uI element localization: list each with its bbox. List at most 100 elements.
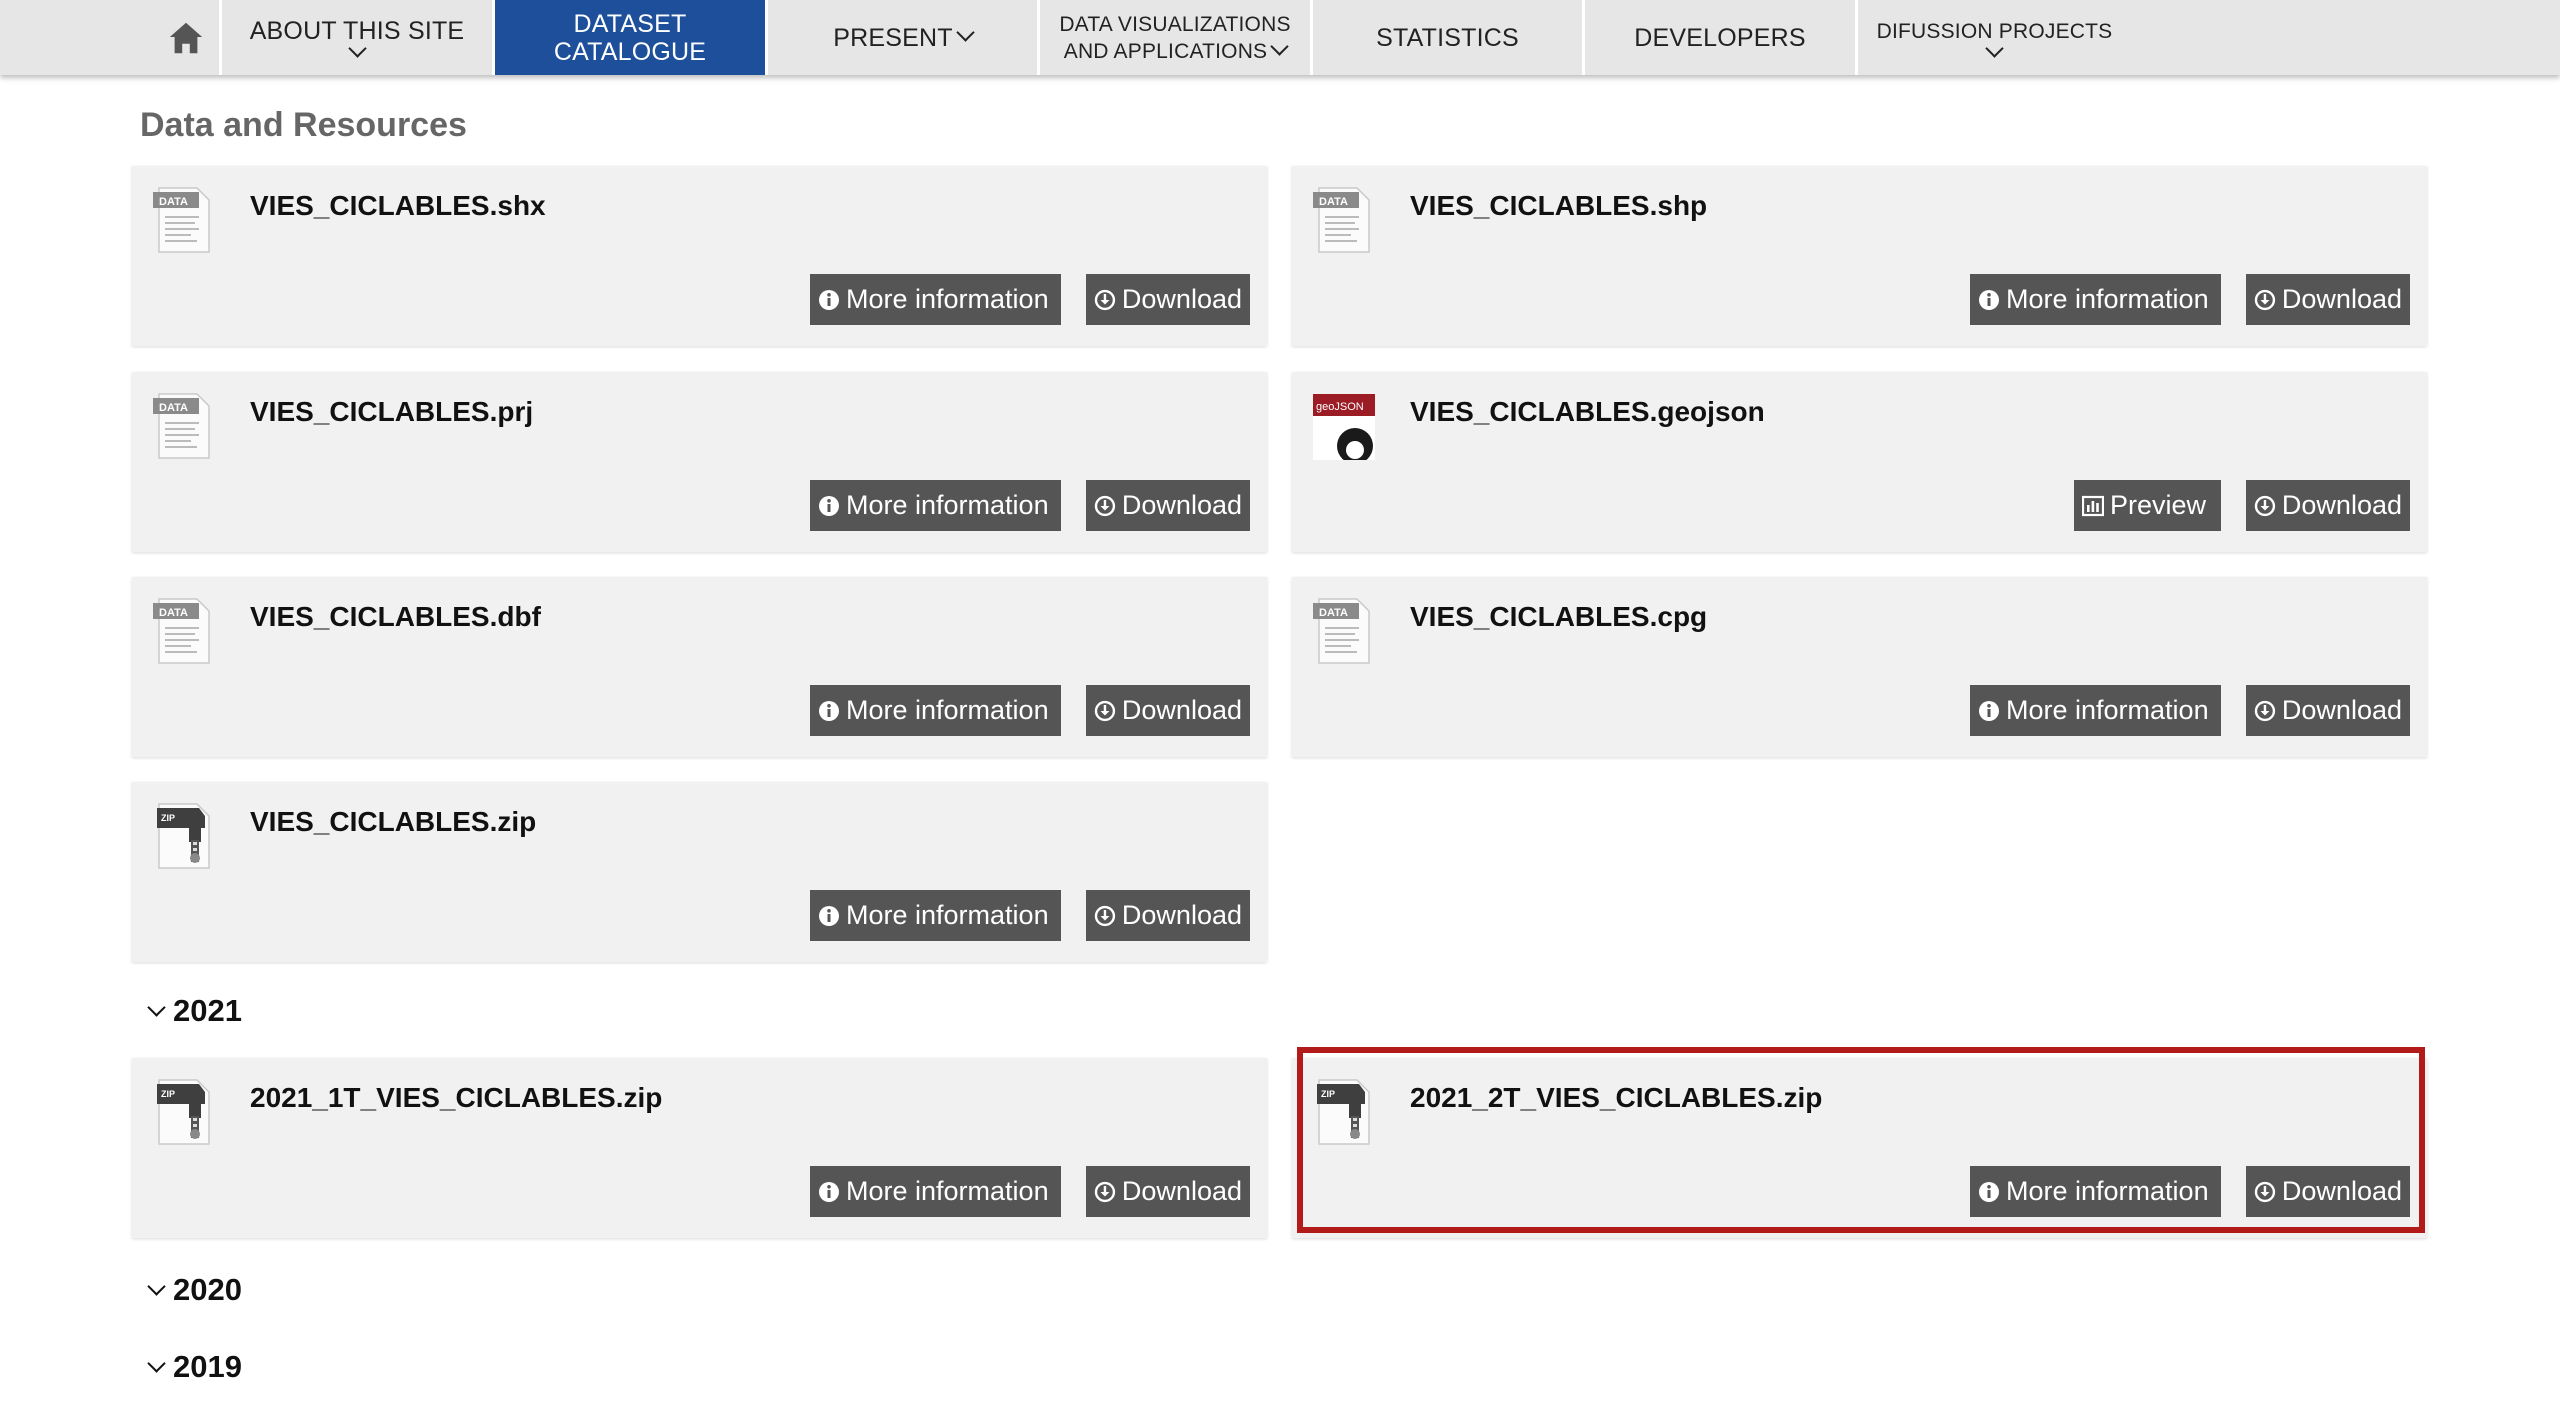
resource-card: VIES_CICLABLES.prj More information Down… bbox=[132, 372, 1267, 552]
more-information-button[interactable]: More information bbox=[1970, 274, 2221, 325]
info-icon bbox=[819, 289, 839, 310]
info-icon bbox=[1979, 1181, 1999, 1202]
resource-card: VIES_CICLABLES.cpg More information Down… bbox=[1292, 577, 2427, 757]
download-button[interactable]: Download bbox=[1086, 685, 1250, 736]
download-label: Download bbox=[2281, 490, 2402, 520]
info-icon bbox=[819, 905, 839, 926]
resource-card: VIES_CICLABLES.shx More information Down… bbox=[132, 166, 1267, 346]
download-button[interactable]: Download bbox=[1086, 274, 1250, 325]
section-title: Data and Resources bbox=[140, 106, 467, 144]
zip-file-icon bbox=[156, 803, 210, 869]
resource-name[interactable]: VIES_CICLABLES.prj bbox=[250, 396, 533, 428]
resource-name[interactable]: VIES_CICLABLES.shp bbox=[1410, 190, 1707, 222]
nav-dataviz-label-line1: DATA VISUALIZATIONS bbox=[1059, 12, 1291, 36]
resource-card: 2021_2T_VIES_CICLABLES.zip More informat… bbox=[1292, 1058, 2427, 1238]
more-information-label: More information bbox=[846, 900, 1049, 930]
resource-name[interactable]: VIES_CICLABLES.shx bbox=[250, 190, 546, 222]
info-icon bbox=[819, 700, 839, 721]
resource-card: VIES_CICLABLES.geojson Preview Download bbox=[1292, 372, 2427, 552]
data-file-icon bbox=[1312, 598, 1370, 664]
nav-about-this-site[interactable]: ABOUT THIS SITE bbox=[222, 0, 495, 75]
more-information-button[interactable]: More information bbox=[810, 685, 1061, 736]
chevron-down-icon bbox=[147, 1276, 166, 1296]
download-label: Download bbox=[2281, 284, 2402, 314]
more-information-button[interactable]: More information bbox=[810, 274, 1061, 325]
nav-home[interactable] bbox=[152, 0, 222, 75]
bar-chart-icon bbox=[2082, 495, 2104, 516]
more-information-button[interactable]: More information bbox=[810, 1166, 1061, 1217]
more-information-label: More information bbox=[2006, 1176, 2209, 1206]
download-button[interactable]: Download bbox=[2246, 480, 2410, 531]
download-icon bbox=[1094, 289, 1116, 310]
year-label: 2021 bbox=[173, 993, 242, 1028]
resource-name[interactable]: VIES_CICLABLES.geojson bbox=[1410, 396, 1765, 428]
chevron-down-icon bbox=[147, 997, 166, 1017]
year-label: 2020 bbox=[173, 1272, 242, 1307]
data-file-icon bbox=[1312, 187, 1370, 253]
download-icon bbox=[1094, 1181, 1116, 1202]
year-label: 2019 bbox=[173, 1349, 242, 1384]
chevron-down-icon bbox=[147, 1353, 166, 1373]
resource-name[interactable]: 2021_1T_VIES_CICLABLES.zip bbox=[250, 1082, 662, 1114]
data-file-icon bbox=[152, 187, 210, 253]
more-information-label: More information bbox=[846, 1176, 1049, 1206]
more-information-button[interactable]: More information bbox=[1970, 1166, 2221, 1217]
nav-developers[interactable]: DEVELOPERS bbox=[1585, 0, 1858, 75]
resource-name[interactable]: 2021_2T_VIES_CICLABLES.zip bbox=[1410, 1082, 1822, 1114]
nav-dataviz-label-line2: AND APPLICATIONS bbox=[1063, 39, 1268, 63]
resource-name[interactable]: VIES_CICLABLES.cpg bbox=[1410, 601, 1707, 633]
download-button[interactable]: Download bbox=[2246, 1166, 2410, 1217]
year-toggle-2019[interactable]: 2019 bbox=[147, 1349, 242, 1385]
resource-name[interactable]: VIES_CICLABLES.dbf bbox=[250, 601, 541, 633]
download-label: Download bbox=[1121, 900, 1242, 930]
download-button[interactable]: Download bbox=[1086, 890, 1250, 941]
more-information-label: More information bbox=[2006, 695, 2209, 725]
preview-button[interactable]: Preview bbox=[2074, 480, 2221, 531]
download-button[interactable]: Download bbox=[1086, 1166, 1250, 1217]
resource-name[interactable]: VIES_CICLABLES.zip bbox=[250, 806, 536, 838]
info-icon bbox=[1979, 289, 1999, 310]
info-icon bbox=[819, 1181, 839, 1202]
more-information-button[interactable]: More information bbox=[810, 480, 1061, 531]
more-information-button[interactable]: More information bbox=[1970, 685, 2221, 736]
geojson-file-icon bbox=[1313, 394, 1375, 460]
download-label: Download bbox=[1121, 695, 1242, 725]
download-button[interactable]: Download bbox=[2246, 685, 2410, 736]
nav-spacer bbox=[0, 0, 152, 75]
nav-dataset-catalogue[interactable]: DATASET CATALOGUE bbox=[495, 0, 768, 75]
nav-present[interactable]: PRESENT bbox=[768, 0, 1040, 75]
nav-catalogue-label-line1: DATASET bbox=[573, 9, 687, 38]
resource-card: VIES_CICLABLES.zip More information Down… bbox=[132, 782, 1267, 962]
zip-file-icon bbox=[1316, 1079, 1370, 1145]
download-icon bbox=[2254, 1181, 2276, 1202]
resource-card: 2021_1T_VIES_CICLABLES.zip More informat… bbox=[132, 1058, 1267, 1238]
preview-label: Preview bbox=[2110, 490, 2207, 520]
download-label: Download bbox=[2281, 1176, 2402, 1206]
download-icon bbox=[2254, 289, 2276, 310]
more-information-label: More information bbox=[846, 695, 1049, 725]
info-icon bbox=[819, 495, 839, 516]
nav-statistics-label: STATISTICS bbox=[1376, 23, 1519, 52]
download-icon bbox=[1094, 700, 1116, 721]
nav-present-label: PRESENT bbox=[833, 23, 953, 52]
home-icon bbox=[169, 22, 202, 53]
year-toggle-2020[interactable]: 2020 bbox=[147, 1272, 242, 1308]
download-icon bbox=[2254, 700, 2276, 721]
nav-difussion-projects[interactable]: DIFUSSION PROJECTS bbox=[1858, 0, 2131, 75]
main-navigation: ABOUT THIS SITE DATASET CATALOGUE PRESEN… bbox=[0, 0, 2560, 75]
chevron-down-icon bbox=[1270, 36, 1289, 56]
more-information-label: More information bbox=[2006, 284, 2209, 314]
data-file-icon bbox=[152, 393, 210, 459]
more-information-button[interactable]: More information bbox=[810, 890, 1061, 941]
zip-file-icon bbox=[156, 1079, 210, 1145]
download-label: Download bbox=[1121, 490, 1242, 520]
download-label: Download bbox=[1121, 284, 1242, 314]
more-information-label: More information bbox=[846, 490, 1049, 520]
download-label: Download bbox=[1121, 1176, 1242, 1206]
download-button[interactable]: Download bbox=[2246, 274, 2410, 325]
nav-statistics[interactable]: STATISTICS bbox=[1313, 0, 1585, 75]
download-button[interactable]: Download bbox=[1086, 480, 1250, 531]
resource-card: VIES_CICLABLES.dbf More information Down… bbox=[132, 577, 1267, 757]
nav-data-visualizations[interactable]: DATA VISUALIZATIONS AND APPLICATIONS bbox=[1040, 0, 1313, 75]
year-toggle-2021[interactable]: 2021 bbox=[147, 993, 242, 1029]
